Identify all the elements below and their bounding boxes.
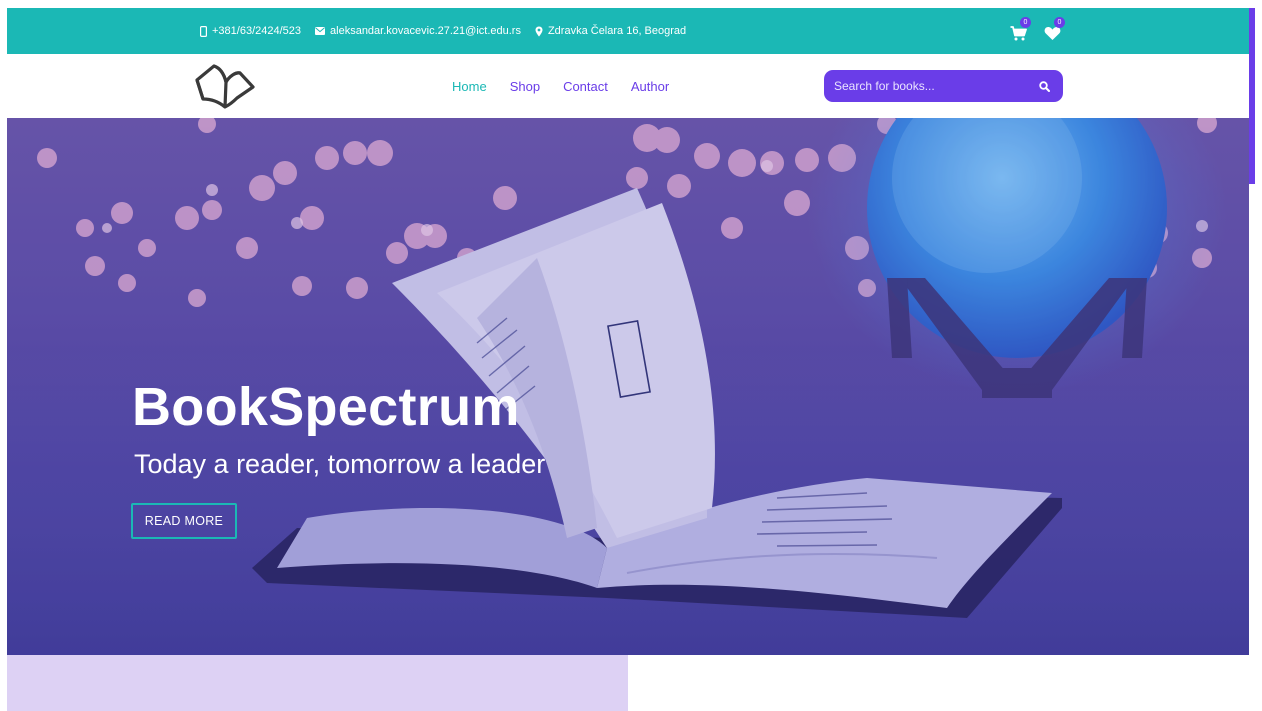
heart-icon xyxy=(1044,27,1061,40)
contact-phone-text: +381/63/2424/523 xyxy=(212,25,302,37)
primary-nav: Home Shop Contact Author xyxy=(452,54,669,118)
hero-subtitle: Today a reader, tomorrow a leader xyxy=(134,449,546,479)
page: +381/63/2424/523 aleksandar.kovacevic.27… xyxy=(0,0,1262,711)
scrollbar-thumb[interactable] xyxy=(1249,8,1255,184)
wishlist-count-badge: 0 xyxy=(1054,17,1065,28)
map-marker-icon xyxy=(535,26,543,36)
read-more-button[interactable]: READ MORE xyxy=(131,503,237,539)
search-bar xyxy=(824,70,1063,102)
magnifier-icon xyxy=(1038,80,1050,92)
wishlist-button[interactable]: 0 xyxy=(1044,17,1065,43)
lower-section-left xyxy=(7,655,628,711)
mobile-phone-icon xyxy=(200,25,207,37)
nav-item-shop[interactable]: Shop xyxy=(510,79,540,94)
contact-address: Zdravka Čelara 16, Beograd xyxy=(535,25,686,37)
search-button[interactable] xyxy=(1035,77,1053,95)
cart-button[interactable]: 0 xyxy=(1010,17,1031,43)
contact-address-text: Zdravka Čelara 16, Beograd xyxy=(547,25,687,37)
header-action-icons: 0 0 xyxy=(1010,17,1065,43)
hero-banner: BookSpectrum Today a reader, tomorrow a … xyxy=(7,118,1249,655)
contact-email-text: aleksandar.kovacevic.27.21@ict.edu.rs xyxy=(330,25,521,37)
lower-section-right xyxy=(628,655,1249,711)
contact-phone: +381/63/2424/523 xyxy=(200,25,301,37)
nav-item-contact[interactable]: Contact xyxy=(563,79,608,94)
main-navbar: Home Shop Contact Author xyxy=(7,54,1249,118)
search-input[interactable] xyxy=(834,79,1035,93)
contact-email: aleksandar.kovacevic.27.21@ict.edu.rs xyxy=(315,25,521,37)
contact-bar: +381/63/2424/523 aleksandar.kovacevic.27… xyxy=(7,8,1249,54)
open-book-logo-icon xyxy=(195,64,255,109)
nav-item-home[interactable]: Home xyxy=(452,79,487,94)
envelope-icon xyxy=(315,27,326,35)
site-logo[interactable] xyxy=(193,62,255,115)
contact-info: +381/63/2424/523 aleksandar.kovacevic.27… xyxy=(200,8,686,54)
hero-title: BookSpectrum xyxy=(132,377,520,437)
nav-item-author[interactable]: Author xyxy=(631,79,669,94)
shopping-cart-icon xyxy=(1010,26,1027,41)
cart-count-badge: 0 xyxy=(1020,17,1031,28)
